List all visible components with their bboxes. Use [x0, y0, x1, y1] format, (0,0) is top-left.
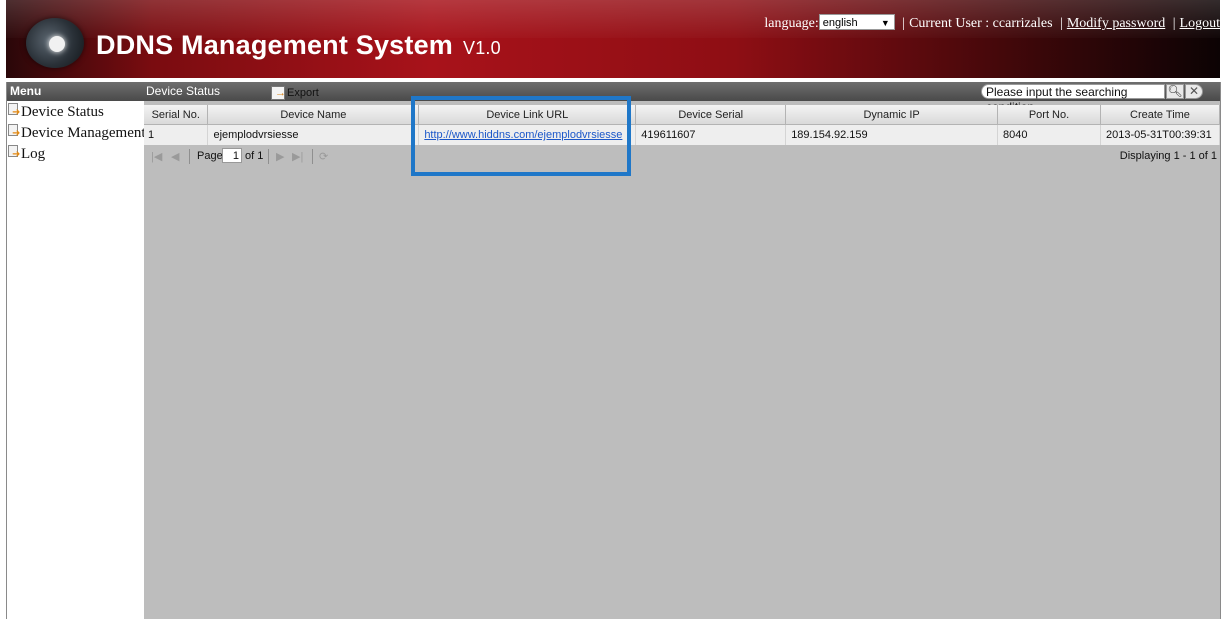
device-table: Serial No. Device Name Device Link URL D… — [144, 105, 1221, 145]
separator: | — [1172, 16, 1176, 31]
page-arrow-icon: ➜ — [8, 124, 21, 139]
divider — [312, 149, 313, 164]
language-select[interactable]: english ▼ — [818, 14, 895, 30]
table-header-row: Serial No. Device Name Device Link URL D… — [144, 105, 1221, 125]
search-input[interactable]: Please input the searching condition — [981, 84, 1165, 114]
app-header: DDNS Management System V1.0 language: engl… — [6, 0, 1220, 78]
menu-header: Menu — [7, 82, 144, 101]
cell-serial-no: 1 — [144, 124, 209, 145]
app-title: DDNS Management System V1.0 — [96, 30, 501, 61]
separator: | — [902, 16, 906, 31]
displaying-count: Displaying 1 - 1 of 1 — [1119, 150, 1217, 162]
export-button[interactable]: Export — [271, 84, 319, 102]
column-header-device-name[interactable]: Device Name — [207, 105, 420, 125]
sidebar-item-device-management[interactable]: ➜ Device Management — [7, 122, 146, 143]
user-toolbar: language: english ▼ | Current User : ccarri… — [764, 14, 1220, 32]
next-page-icon[interactable]: ▶ — [276, 150, 284, 163]
column-header-serial-no[interactable]: Serial No. — [144, 105, 209, 125]
column-header-create-time[interactable]: Create Time — [1100, 105, 1221, 125]
first-page-icon[interactable]: |◀ — [151, 150, 162, 163]
sidebar-item-label: Log — [21, 146, 46, 162]
device-status-panel: Device Status Export Please input the se… — [144, 82, 1221, 619]
cell-device-serial: 419611607 — [635, 124, 787, 145]
cell-port-no: 8040 — [997, 124, 1101, 145]
app-version: V1.0 — [463, 38, 501, 58]
sidebar: Menu ➜ Device Status ➜ Device Management… — [6, 82, 146, 619]
sidebar-item-label: Device Management — [21, 125, 146, 141]
close-icon[interactable]: ✕ — [1185, 84, 1203, 99]
app-title-text: DDNS Management System — [96, 30, 453, 60]
sidebar-item-device-status[interactable]: ➜ Device Status — [7, 101, 144, 122]
prev-page-icon[interactable]: ◀ — [171, 150, 179, 163]
refresh-icon[interactable]: ⟳ — [319, 150, 328, 163]
search-icon[interactable]: 🔍︎ — [1166, 84, 1184, 99]
panel-toolbar: Device Status Export Please input the se… — [144, 82, 1220, 114]
sidebar-item-label: Device Status — [21, 104, 104, 120]
page-arrow-icon: ➜ — [8, 103, 21, 118]
table-row[interactable]: 1 ejemplodvrsiesse http://www.hiddns.com… — [144, 124, 1221, 145]
column-header-port-no[interactable]: Port No. — [997, 105, 1101, 125]
separator: | — [1060, 16, 1063, 31]
page-arrow-icon: ➜ — [8, 145, 21, 160]
current-user-label: Current User : ccarrizales — [909, 16, 1053, 31]
column-header-device-serial[interactable]: Device Serial — [635, 105, 787, 125]
logo-icon — [26, 18, 84, 68]
cell-create-time: 2013-05-31T00:39:31 — [1100, 124, 1221, 145]
language-value: english — [822, 17, 858, 29]
last-page-icon[interactable]: ▶| — [292, 150, 303, 163]
modify-password-link[interactable]: Modify password — [1067, 16, 1165, 31]
chevron-down-icon: ▼ — [880, 18, 890, 28]
cell-dynamic-ip: 189.154.92.159 — [785, 124, 999, 145]
page-label: Page — [197, 150, 223, 162]
export-icon — [271, 84, 286, 102]
pagination-bar: |◀ ◀ Page 1 of 1 ▶ ▶| ⟳ Displaying 1 - 1… — [144, 147, 1220, 167]
page-number-input[interactable]: 1 — [222, 148, 242, 163]
logo-dot — [49, 36, 65, 52]
highlight-annotation-box — [411, 96, 631, 176]
cell-device-name: ejemplodvrsiesse — [207, 124, 420, 145]
divider — [268, 149, 269, 164]
sidebar-item-log[interactable]: ➜ Log — [7, 143, 144, 164]
panel-title: Device Status — [146, 84, 221, 98]
logout-link[interactable]: Logout — [1180, 16, 1220, 31]
divider — [189, 149, 190, 164]
page-of-label: of 1 — [245, 150, 264, 162]
export-label: Export — [287, 87, 319, 99]
column-header-dynamic-ip[interactable]: Dynamic IP — [785, 105, 999, 125]
language-label: language: — [764, 16, 819, 31]
